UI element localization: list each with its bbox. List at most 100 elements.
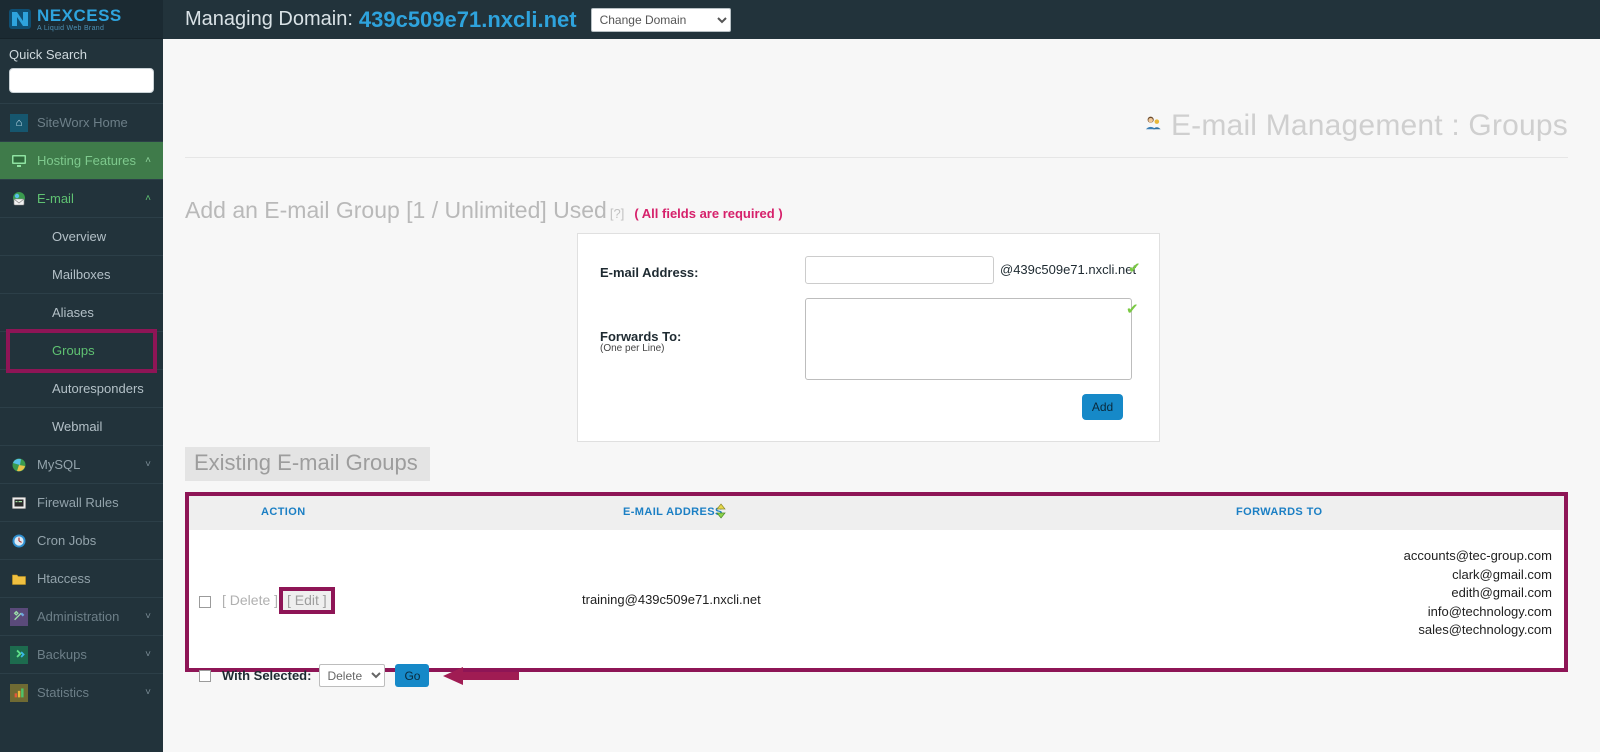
main-content: E-mail Management : Groups Add an E-mail…: [163, 39, 1600, 752]
forwards-to-textarea[interactable]: [805, 298, 1132, 380]
user-manager-icon: [1144, 114, 1163, 138]
sidebar-item-autoresponders[interactable]: Autoresponders: [0, 369, 163, 407]
chevron-down-icon: ˅: [145, 459, 151, 470]
sidebar-item-label: Statistics: [37, 685, 90, 700]
sidebar-item-mailboxes[interactable]: Mailboxes: [0, 255, 163, 293]
chevron-up-icon: ˄: [145, 193, 151, 204]
forward-address: edith@gmail.com: [1451, 585, 1552, 601]
email-address-input[interactable]: [805, 256, 994, 284]
sidebar-item-siteworx-home[interactable]: ⌂ SiteWorx Home: [0, 103, 163, 141]
sidebar-item-htaccess[interactable]: Htaccess: [0, 559, 163, 597]
go-button[interactable]: Go: [395, 664, 430, 687]
column-header-forwards-to[interactable]: FORWARDS TO: [1236, 506, 1323, 518]
existing-groups-table: ACTION E-MAIL ADDRESS FORWARDS TO [ Dele…: [185, 492, 1568, 687]
chevron-down-icon: ˅: [145, 687, 151, 698]
select-all-checkbox[interactable]: [199, 669, 211, 682]
chevron-up-icon: ˄: [145, 155, 151, 166]
email-address-label: E-mail Address:: [600, 265, 699, 280]
add-group-heading-row: Add an E-mail Group [1 / Unlimited] Used…: [185, 197, 783, 224]
table-row: [ Delete ] [ Edit ] training@439c509e71.…: [189, 530, 1564, 640]
sidebar-item-hosting-features[interactable]: Hosting Features ˄: [0, 141, 163, 179]
table-header-row: ACTION E-MAIL ADDRESS FORWARDS TO: [189, 496, 1564, 530]
email-domain-suffix: @439c509e71.nxcli.net: [1000, 262, 1137, 277]
sidebar-item-label: E-mail: [37, 191, 74, 206]
row-email-address: training@439c509e71.nxcli.net: [582, 592, 761, 607]
title-divider: [185, 157, 1568, 158]
sidebar-item-label: Firewall Rules: [37, 495, 119, 510]
forward-address: clark@gmail.com: [1452, 566, 1552, 582]
sidebar-item-statistics[interactable]: Statistics ˅: [0, 673, 163, 711]
sidebar-item-cron-jobs[interactable]: Cron Jobs: [0, 521, 163, 559]
checkmark-icon: ✔: [1128, 260, 1141, 277]
sidebar: NEXCESS A Liquid Web Brand Quick Search …: [0, 0, 163, 752]
sidebar-item-administration[interactable]: Administration ˅: [0, 597, 163, 635]
tools-icon: [10, 607, 28, 626]
clock-icon: [10, 532, 28, 550]
sidebar-subitem-label: Webmail: [52, 419, 103, 434]
chevron-down-icon: ˅: [145, 611, 151, 622]
forwards-to-label: Forwards To:: [600, 329, 682, 344]
delete-link[interactable]: [ Delete ]: [222, 592, 278, 608]
nexcess-logo-icon: [8, 7, 32, 31]
bulk-action-row: With Selected: Delete Go: [189, 664, 1564, 687]
chevron-down-icon: ˅: [145, 649, 151, 660]
sidebar-item-backups[interactable]: Backups ˅: [0, 635, 163, 673]
sidebar-item-label: Hosting Features: [37, 153, 136, 168]
brand-tagline: A Liquid Web Brand: [37, 24, 105, 32]
add-button[interactable]: Add: [1082, 394, 1123, 420]
sidebar-subitem-label: Aliases: [52, 305, 94, 320]
sidebar-item-groups[interactable]: Groups: [0, 329, 163, 373]
forwards-to-sublabel: (One per Line): [600, 343, 665, 354]
add-group-form: E-mail Address: @439c509e71.nxcli.net ✔ …: [577, 233, 1160, 442]
checkmark-icon: ✔: [1126, 301, 1139, 318]
brand-name: NEXCESS: [37, 5, 122, 25]
page-title: E-mail Management : Groups: [1170, 109, 1568, 142]
page-title-row: E-mail Management : Groups: [1144, 109, 1568, 143]
forward-address: info@technology.com: [1427, 603, 1552, 619]
column-header-email-address[interactable]: E-MAIL ADDRESS: [623, 506, 723, 518]
sidebar-item-label: Administration: [37, 609, 120, 624]
folder-icon: [10, 570, 28, 588]
sort-updown-icon[interactable]: [716, 503, 726, 522]
edit-link[interactable]: [ Edit ]: [279, 587, 335, 614]
sidebar-item-aliases[interactable]: Aliases: [0, 293, 163, 331]
sidebar-item-firewall-rules[interactable]: Firewall Rules: [0, 483, 163, 521]
with-selected-label: With Selected:: [222, 668, 312, 683]
firewall-icon: [10, 494, 28, 512]
change-domain-select[interactable]: Change Domain: [590, 7, 731, 32]
sidebar-item-email[interactable]: E-mail ˄: [0, 179, 163, 217]
search-input[interactable]: [9, 68, 154, 93]
monitor-icon: [10, 152, 28, 170]
column-header-action[interactable]: ACTION: [261, 506, 306, 518]
sidebar-item-label: Cron Jobs: [37, 533, 97, 548]
annotation-arrow-icon: [443, 665, 520, 687]
groups-highlight-box: [6, 329, 157, 373]
forward-address: sales@technology.com: [1418, 622, 1552, 638]
sidebar-item-label: Backups: [37, 647, 87, 662]
backup-icon: [10, 645, 28, 664]
database-icon: [10, 456, 28, 474]
row-forwards-list: accounts@tec-group.com clark@gmail.com e…: [1404, 547, 1552, 640]
sidebar-subitem-label: Overview: [52, 229, 107, 244]
bulk-action-select[interactable]: Delete: [319, 664, 386, 687]
sidebar-item-label: MySQL: [37, 457, 81, 472]
quick-search-label: Quick Search: [9, 47, 88, 62]
email-globe-icon: [10, 190, 28, 208]
brand-logo[interactable]: NEXCESS A Liquid Web Brand: [0, 0, 163, 39]
sidebar-item-overview[interactable]: Overview: [0, 217, 163, 255]
current-domain: 439c509e71.nxcli.net: [358, 6, 577, 32]
add-group-heading: Add an E-mail Group [1 / Unlimited] Used: [185, 197, 607, 223]
sidebar-item-label: Htaccess: [37, 571, 91, 586]
sidebar-item-webmail[interactable]: Webmail: [0, 407, 163, 445]
row-select-checkbox[interactable]: [199, 596, 211, 608]
sidebar-subitem-label: Mailboxes: [52, 267, 111, 282]
top-bar: Managing Domain: 439c509e71.nxcli.net Ch…: [163, 0, 1600, 39]
managing-domain-label: Managing Domain:: [185, 8, 353, 30]
sidebar-subitem-label: Autoresponders: [52, 381, 144, 396]
quick-search-block: Quick Search: [0, 39, 163, 103]
required-fields-note: ( All fields are required ): [634, 206, 783, 221]
sidebar-item-mysql[interactable]: MySQL ˅: [0, 445, 163, 483]
sidebar-item-label: SiteWorx Home: [37, 115, 128, 130]
chart-icon: [10, 683, 28, 702]
help-icon[interactable]: [?]: [610, 206, 624, 221]
